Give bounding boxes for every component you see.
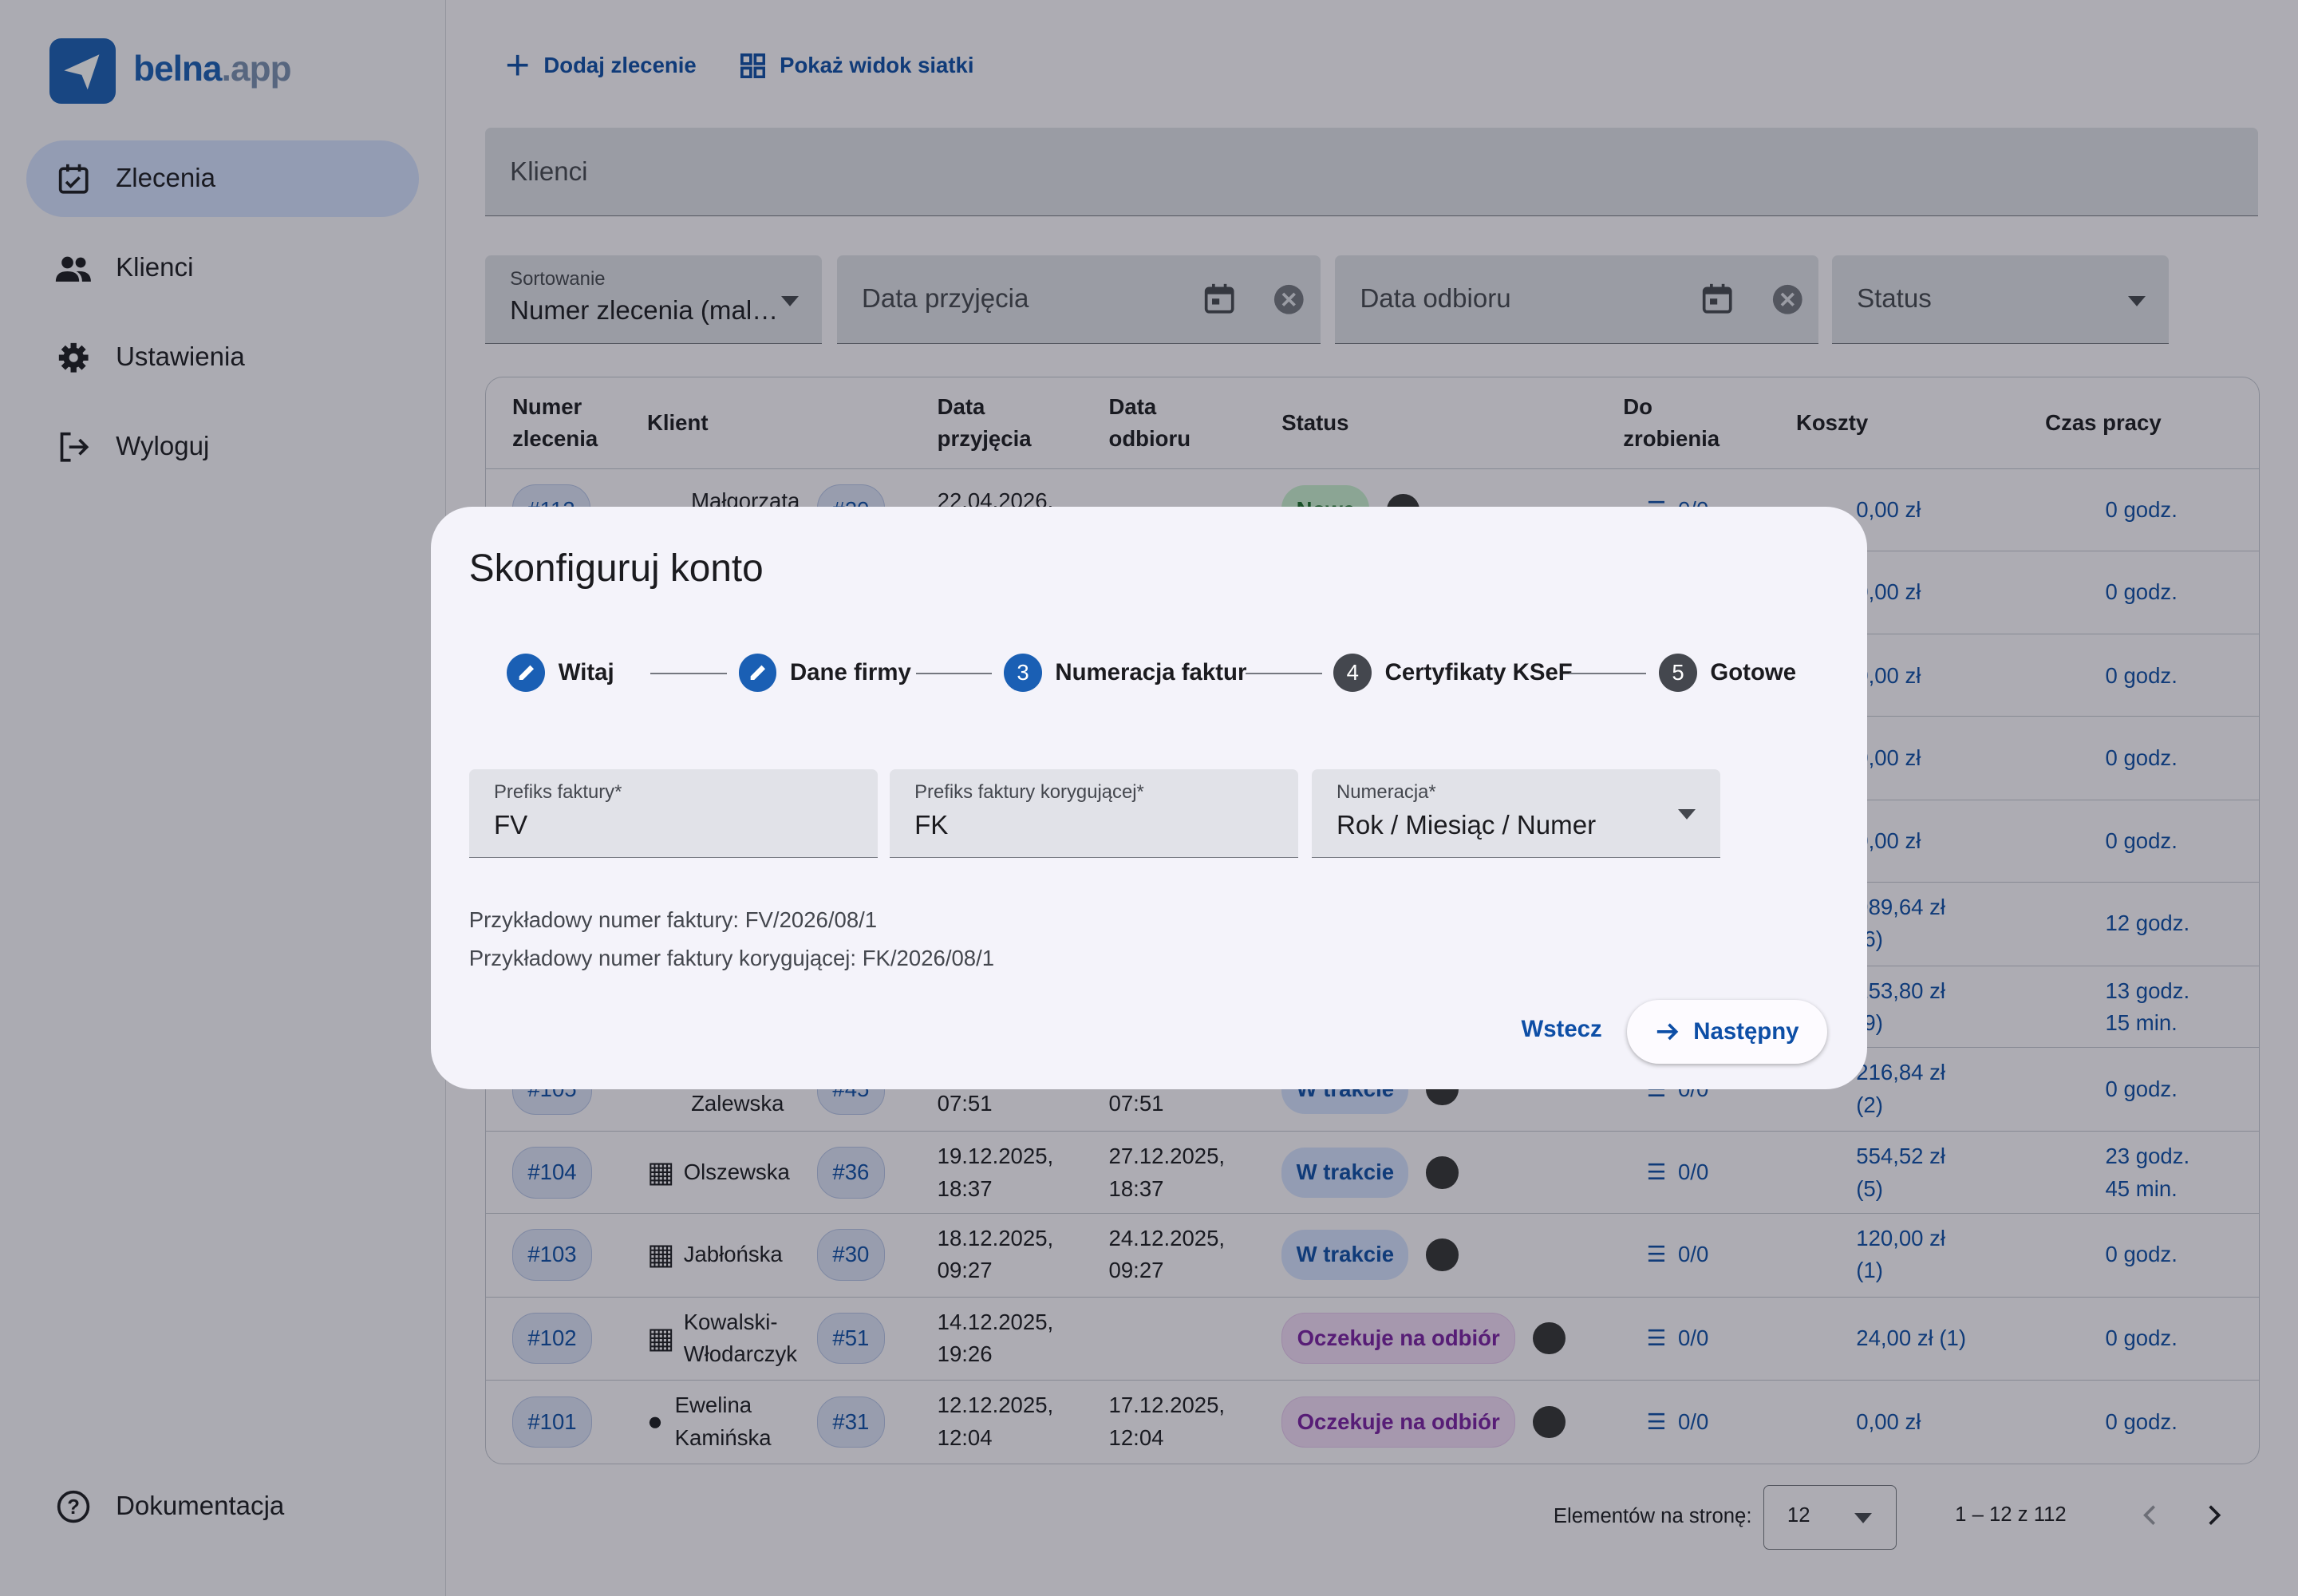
- correction-prefix-value: FK: [914, 810, 949, 840]
- step-connector: [650, 673, 727, 674]
- next-label: Następny: [1693, 1018, 1799, 1045]
- step-certyfikaty[interactable]: 4 Certyfikaty KSeF: [1333, 654, 1573, 692]
- step-label: Dane firmy: [789, 659, 911, 686]
- back-button[interactable]: Wstecz: [1521, 1016, 1601, 1043]
- numbering-select[interactable]: Numeracja* Rok / Miesiąc / Numer: [1311, 769, 1721, 859]
- step-label: Witaj: [558, 659, 614, 686]
- next-button[interactable]: Następny: [1626, 999, 1828, 1065]
- invoice-prefix-label: Prefiks faktury*: [493, 780, 622, 803]
- correction-prefix-field[interactable]: Prefiks faktury korygującej* FK: [889, 769, 1299, 859]
- setup-dialog: Skonfiguruj konto Witaj Dane firmy 3 Num…: [430, 507, 1867, 1089]
- step-label: Gotowe: [1710, 659, 1797, 686]
- invoice-prefix-field[interactable]: Prefiks faktury* FV: [468, 769, 879, 859]
- step-connector: [1570, 673, 1646, 674]
- step-label: Certyfikaty KSeF: [1384, 659, 1573, 686]
- step-numeracja[interactable]: 3 Numeracja faktur: [1004, 654, 1246, 692]
- step-witaj[interactable]: Witaj: [507, 654, 614, 692]
- invoice-prefix-value: FV: [493, 810, 528, 840]
- pencil-icon: [738, 654, 777, 692]
- example-correction-number: Przykładowy numer faktury korygującej: F…: [468, 945, 995, 970]
- step-number: 5: [1659, 654, 1697, 692]
- numbering-label: Numeracja*: [1337, 780, 1436, 803]
- step-dane-firmy[interactable]: Dane firmy: [738, 654, 911, 692]
- pencil-icon: [507, 654, 546, 692]
- step-label: Numeracja faktur: [1055, 659, 1247, 686]
- correction-prefix-label: Prefiks faktury korygującej*: [914, 780, 1144, 803]
- step-connector: [1246, 673, 1322, 674]
- example-invoice-number: Przykładowy numer faktury: FV/2026/08/1: [468, 907, 878, 932]
- dropdown-arrow-icon: [1678, 808, 1696, 820]
- arrow-right-icon: [1656, 1023, 1678, 1041]
- step-number: 4: [1333, 654, 1372, 692]
- step-gotowe[interactable]: 5 Gotowe: [1659, 654, 1796, 692]
- step-connector: [915, 673, 993, 674]
- dialog-title: Skonfiguruj konto: [468, 547, 764, 591]
- step-number: 3: [1004, 654, 1042, 692]
- numbering-value: Rok / Miesiąc / Numer: [1337, 810, 1597, 840]
